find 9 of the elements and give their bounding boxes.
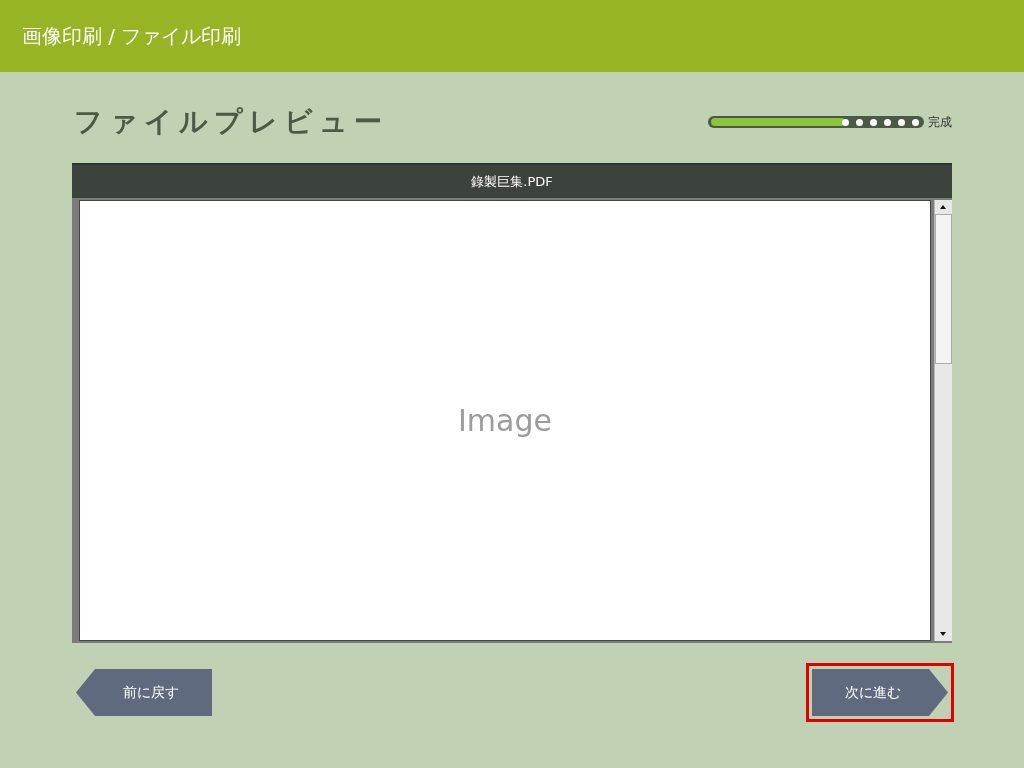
header-title: 画像印刷 / ファイル印刷: [22, 23, 242, 50]
file-name: 錄製巨集.PDF: [471, 172, 553, 191]
scroll-thumb[interactable]: [935, 214, 952, 364]
scrollbar[interactable]: [934, 200, 952, 641]
placeholder-text: Image: [458, 402, 552, 440]
page-title: ファイルプレビュー: [74, 104, 388, 140]
back-button[interactable]: 前に戻す: [76, 669, 212, 716]
next-button[interactable]: 次に進む: [812, 669, 948, 716]
progress-label: 完成: [928, 114, 952, 131]
